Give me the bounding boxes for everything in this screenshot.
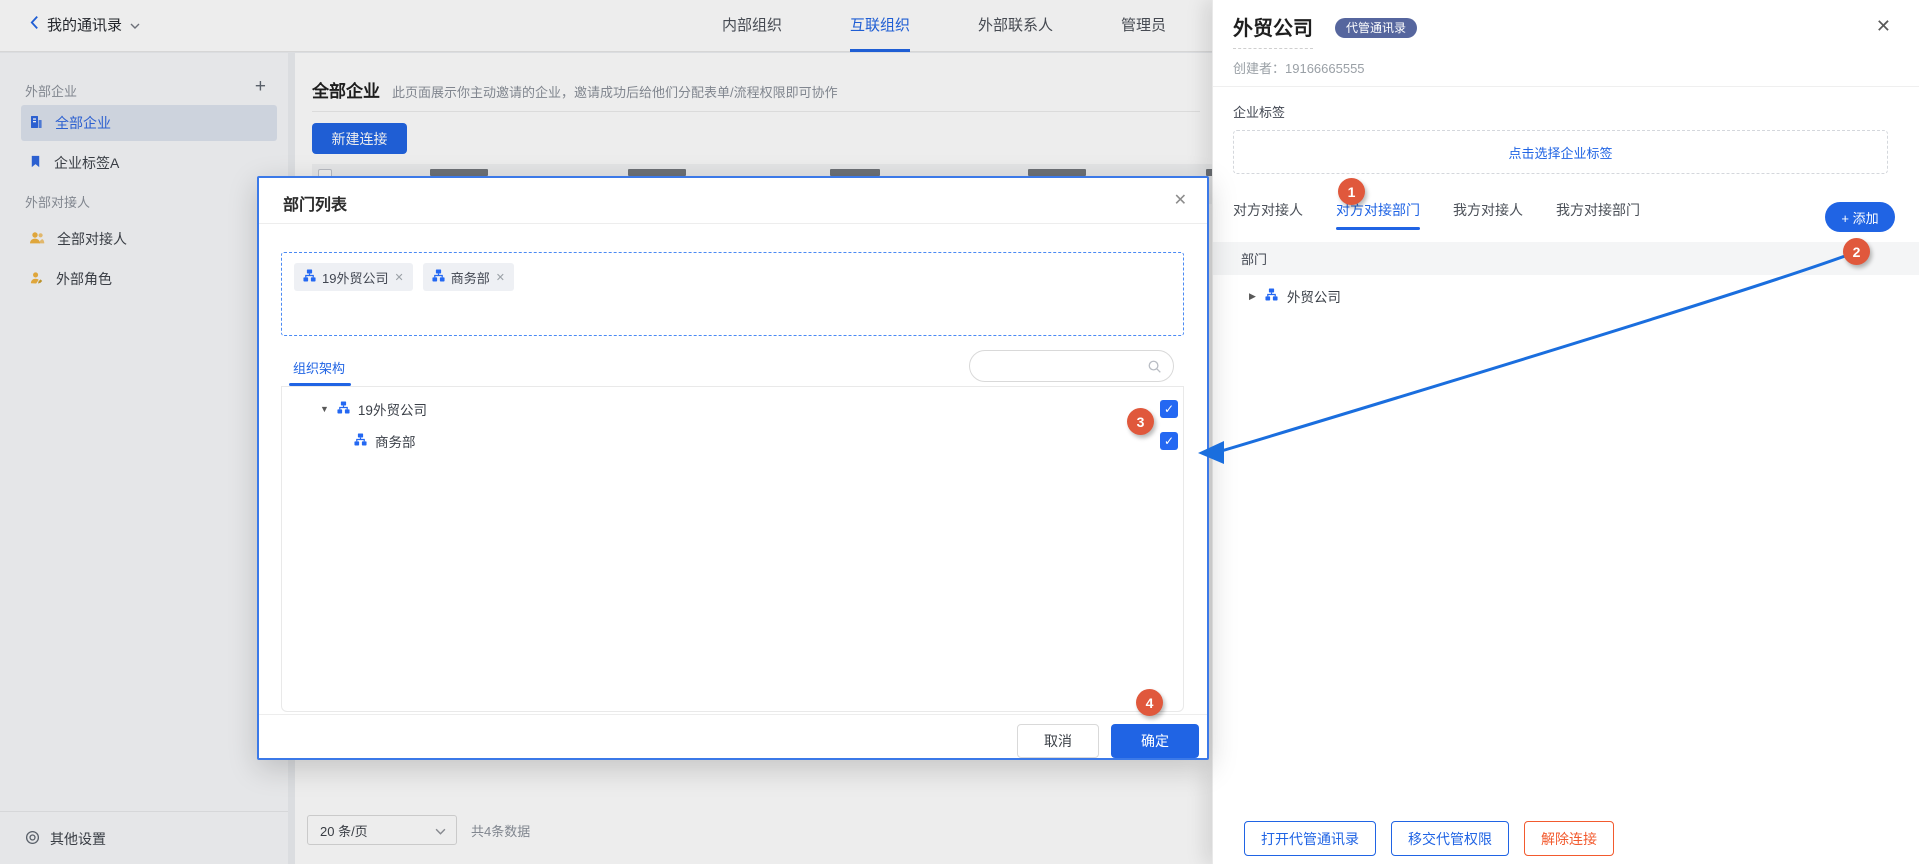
- tab-org-structure[interactable]: 组织架构: [293, 358, 345, 377]
- tree-node-company[interactable]: ▼ 19外贸公司: [320, 399, 427, 419]
- org-icon: [432, 269, 445, 285]
- add-button[interactable]: + 添加: [1825, 202, 1895, 232]
- enterprise-name: 外贸公司: [1233, 12, 1313, 49]
- enterprise-tag-label: 企业标签: [1233, 102, 1285, 121]
- modal-header-divider: [259, 223, 1207, 224]
- tree-node-label: 商务部: [375, 431, 416, 451]
- department-list-header: 部门: [1213, 242, 1919, 275]
- remove-tag-icon[interactable]: ✕: [496, 271, 505, 284]
- checkbox-department[interactable]: ✓: [1160, 432, 1178, 450]
- modal-title: 部门列表: [283, 191, 347, 215]
- enterprise-detail-drawer: 外贸公司 代管通讯录 ✕ 创建者：19166665555 企业标签 点击选择企业…: [1212, 0, 1919, 864]
- disconnect-button[interactable]: 解除连接: [1524, 821, 1614, 856]
- selected-tag: 商务部 ✕: [423, 263, 514, 291]
- search-input[interactable]: [969, 350, 1174, 382]
- enterprise-tag-box: 点击选择企业标签: [1233, 130, 1888, 174]
- tab-their-contacts[interactable]: 对方对接人: [1233, 200, 1303, 230]
- close-icon[interactable]: ✕: [1174, 190, 1187, 210]
- org-icon: [1265, 288, 1278, 304]
- tab-our-departments[interactable]: 我方对接部门: [1556, 200, 1640, 230]
- transfer-permission-button[interactable]: 移交代管权限: [1391, 821, 1509, 856]
- selected-tag-label: 19外贸公司: [322, 268, 388, 287]
- department-column-label: 部门: [1241, 249, 1267, 268]
- tree-node-department[interactable]: 商务部: [354, 431, 416, 451]
- tab-our-contacts[interactable]: 我方对接人: [1453, 200, 1523, 230]
- org-tree-container: ▼ 19外贸公司 ✓ 商务部 ✓: [281, 386, 1184, 712]
- selected-tag-label: 商务部: [451, 268, 490, 287]
- close-icon[interactable]: ✕: [1876, 16, 1891, 37]
- tree-node-label: 外贸公司: [1287, 286, 1341, 306]
- managed-directory-badge: 代管通讯录: [1335, 18, 1417, 38]
- org-icon: [303, 269, 316, 285]
- department-list-modal: 部门列表 ✕ 19外贸公司 ✕ 商务部 ✕ 组织架构 ▼ 19外贸公司: [257, 176, 1209, 760]
- app-root: 我的通讯录 内部组织 互联组织 外部联系人 管理员 外部企业 + 全部企业 企业…: [0, 0, 1919, 864]
- creator-info: 创建者：19166665555: [1233, 58, 1365, 77]
- drawer-divider: [1213, 86, 1919, 87]
- confirm-button[interactable]: 确定: [1111, 724, 1199, 758]
- tree-node-label: 19外贸公司: [358, 399, 427, 419]
- search-icon: [1147, 359, 1162, 374]
- checkbox-company[interactable]: ✓: [1160, 400, 1178, 418]
- drawer-tabs: 对方对接人 对方对接部门 我方对接人 我方对接部门: [1233, 200, 1640, 230]
- drawer-header: 外贸公司 代管通讯录: [1233, 12, 1417, 49]
- cancel-button[interactable]: 取消: [1017, 724, 1099, 758]
- remove-tag-icon[interactable]: ✕: [394, 271, 403, 284]
- modal-footer-divider: [259, 714, 1207, 715]
- tree-node-company[interactable]: ▶ 外贸公司: [1249, 286, 1341, 306]
- selected-tag: 19外贸公司 ✕: [294, 263, 413, 291]
- caret-right-icon[interactable]: ▶: [1249, 291, 1256, 302]
- open-managed-directory-button[interactable]: 打开代管通讯录: [1244, 821, 1376, 856]
- selected-departments-box[interactable]: 19外贸公司 ✕ 商务部 ✕: [281, 252, 1184, 336]
- org-icon: [337, 401, 350, 417]
- tab-their-departments[interactable]: 对方对接部门: [1336, 200, 1420, 230]
- select-tag-link[interactable]: 点击选择企业标签: [1508, 143, 1612, 162]
- org-icon: [354, 433, 367, 449]
- drawer-footer: 打开代管通讯录 移交代管权限 解除连接: [1244, 821, 1614, 856]
- caret-down-icon[interactable]: ▼: [320, 404, 329, 414]
